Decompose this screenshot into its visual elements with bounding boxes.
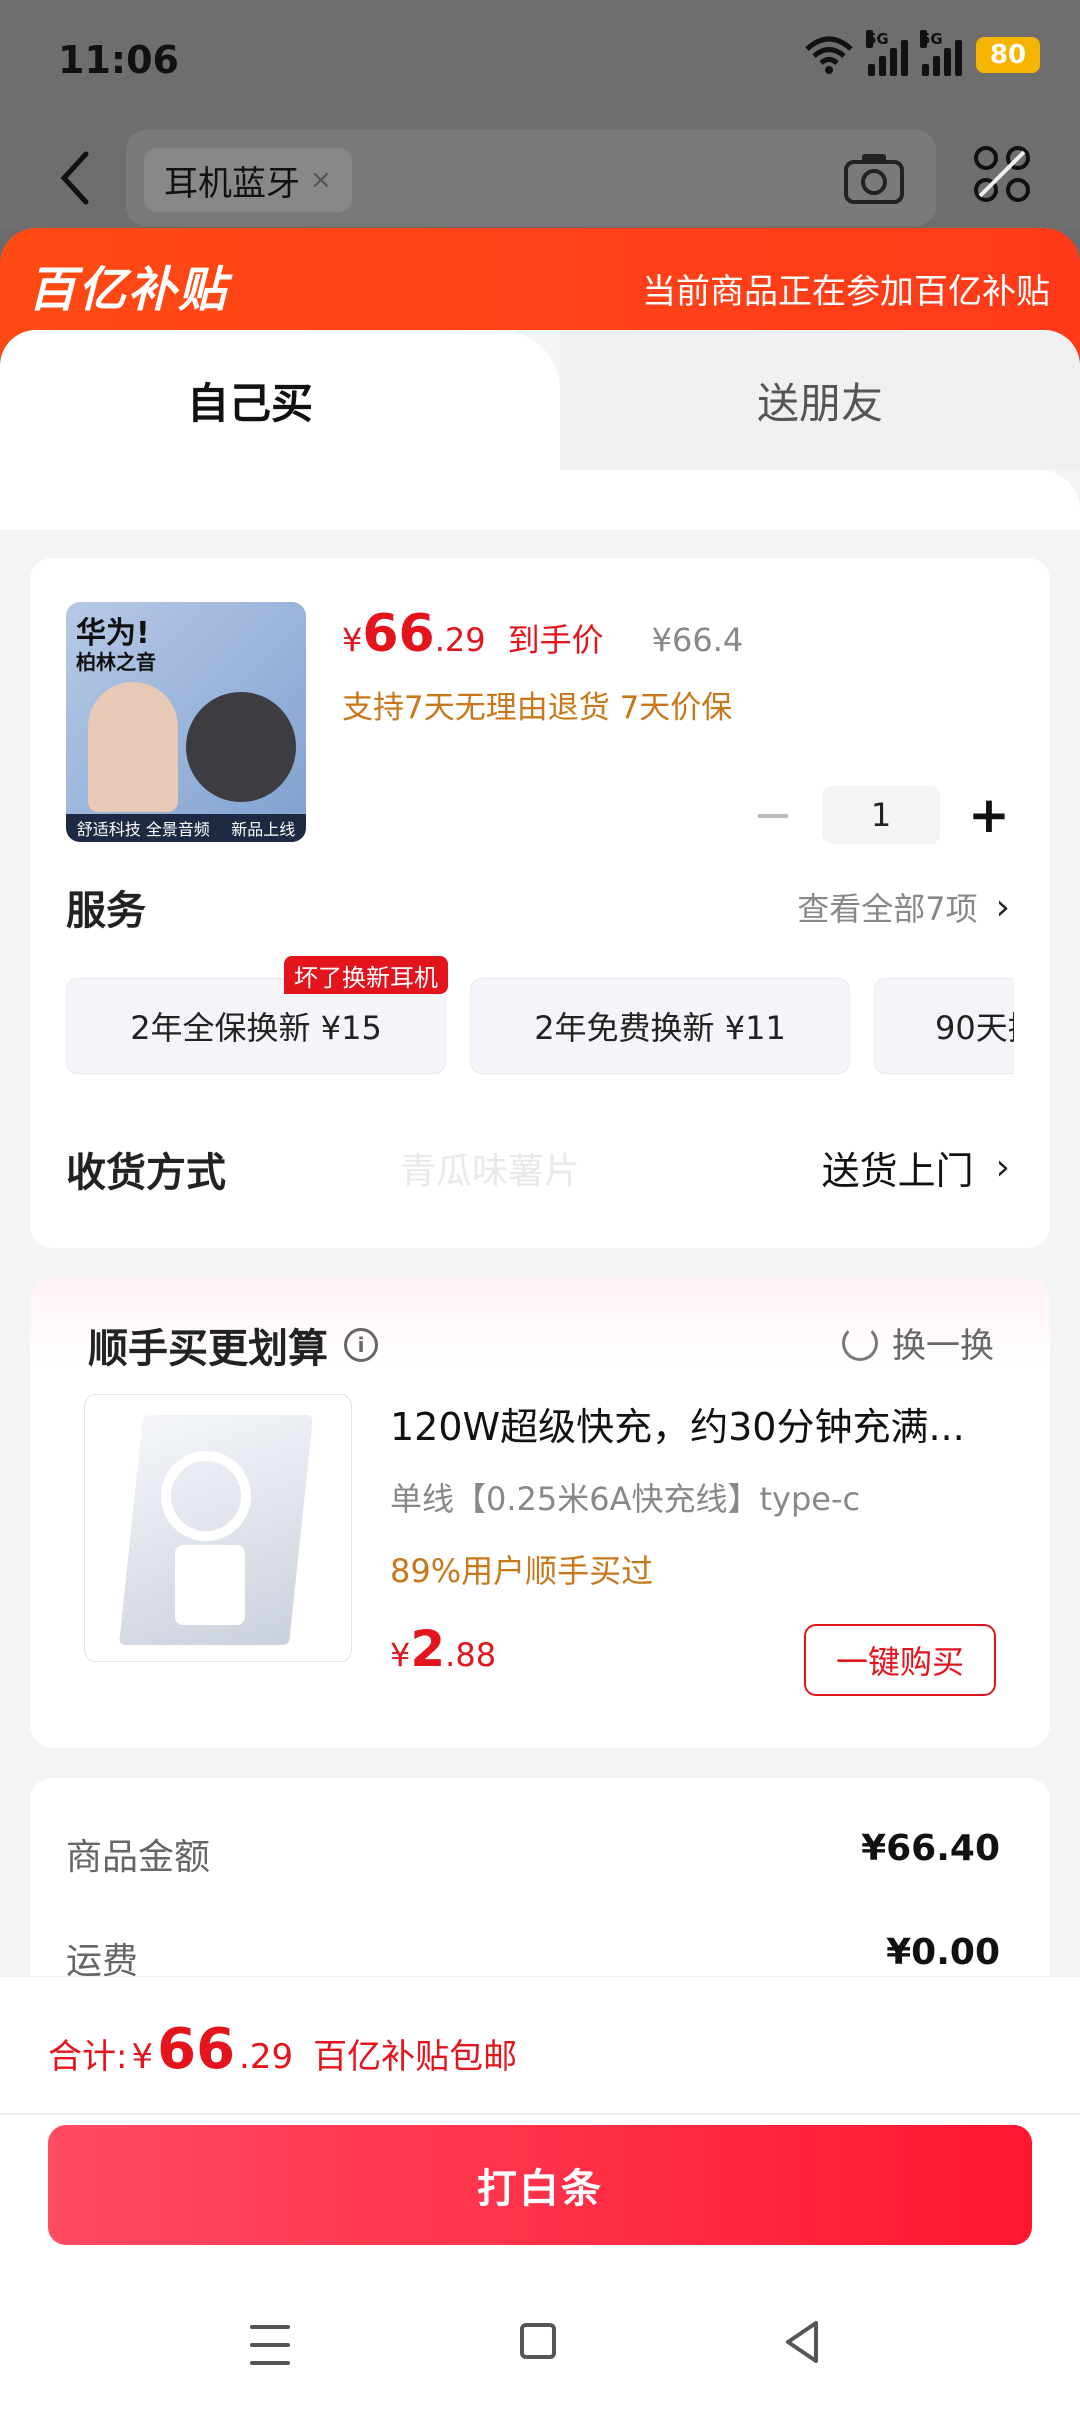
addon-title: 顺手买更划算 i bbox=[88, 1316, 378, 1374]
quantity-stepper: − 1 + bbox=[748, 786, 1014, 844]
tab-bar: 送朋友 自己买 bbox=[0, 330, 1080, 470]
status-time: 11:06 bbox=[58, 38, 179, 82]
status-icons: 5G 5G 80 bbox=[804, 30, 1040, 76]
quantity-input[interactable]: 1 bbox=[822, 786, 940, 844]
signal-icon-2: 5G bbox=[920, 30, 962, 76]
product-image-subtitle: 柏林之音 bbox=[76, 650, 156, 674]
service-badge: 坏了换新耳机 bbox=[284, 956, 448, 994]
summary-row: 商品金额 ¥66.40 bbox=[66, 1828, 1000, 1880]
addon-card: 顺手买更划算 i 换一换 120W超级快充，约30分钟充满... 单线【0.25… bbox=[30, 1278, 1050, 1748]
free-shipping-note: 百亿补贴包邮 bbox=[313, 2037, 518, 2077]
chip-close-icon[interactable]: × bbox=[310, 165, 332, 195]
return-policy: 支持7天无理由退货 7天价保 bbox=[342, 690, 733, 726]
addon-title-label: 顺手买更划算 bbox=[88, 1326, 328, 1372]
chevron-right-icon: › bbox=[995, 1147, 1010, 1188]
info-icon[interactable]: i bbox=[344, 1328, 378, 1362]
subsidy-note: 当前商品正在参加百亿补贴 bbox=[642, 272, 1050, 312]
order-sheet: 送朋友 自己买 华为! 柏林之音 舒适科技 全景音频 新品上线 ¥ 66 .29… bbox=[0, 330, 1080, 1980]
refresh-icon bbox=[842, 1324, 878, 1361]
price-integer: 66 bbox=[362, 604, 435, 664]
shipping-method-label: 送货上门 bbox=[821, 1149, 974, 1193]
product-image-footer: 舒适科技 全景音频 新品上线 bbox=[66, 814, 306, 842]
product-image-footer-right: 新品上线 bbox=[231, 820, 296, 839]
shipping-title: 收货方式 bbox=[66, 1150, 226, 1196]
service-option[interactable]: 90天换新 bbox=[874, 978, 1014, 1074]
home-icon[interactable] bbox=[520, 2323, 556, 2359]
summary-key: 商品金额 bbox=[66, 1837, 211, 1878]
earbud-case-shape bbox=[186, 692, 296, 802]
tab-gift-friend[interactable]: 送朋友 bbox=[560, 330, 1080, 470]
product-card: 华为! 柏林之音 舒适科技 全景音频 新品上线 ¥ 66 .29 到手价 ¥66… bbox=[30, 558, 1050, 1248]
product-image-footer-left: 舒适科技 全景音频 bbox=[76, 820, 210, 839]
search-box[interactable]: 耳机蓝牙 × bbox=[126, 130, 936, 226]
network-type-2: 5G bbox=[920, 30, 943, 48]
system-nav-bar bbox=[0, 2289, 1080, 2412]
wifi-icon bbox=[805, 36, 853, 74]
price-label: 到手价 bbox=[507, 621, 604, 659]
battery-icon: 80 bbox=[976, 37, 1040, 73]
chevron-right-icon: › bbox=[995, 886, 1010, 928]
menu-icon[interactable] bbox=[250, 2325, 290, 2365]
original-price: ¥66.4 bbox=[651, 621, 744, 659]
divider bbox=[0, 2113, 1080, 2115]
total-label: 合计: bbox=[48, 2037, 128, 2077]
summary-key: 运费 bbox=[66, 1941, 139, 1980]
swap-label: 换一换 bbox=[892, 1326, 994, 1366]
summary-card: 商品金额 ¥66.40 运费 ¥0.00 bbox=[30, 1778, 1050, 1980]
back-triangle-icon[interactable] bbox=[782, 2319, 822, 2365]
addon-spec: 单线【0.25米6A快充线】type-c bbox=[390, 1480, 861, 1518]
addon-image[interactable] bbox=[84, 1394, 352, 1662]
search-chip-label: 耳机蓝牙 bbox=[164, 163, 300, 204]
price-decimal: .29 bbox=[434, 621, 486, 659]
total-decimal: .29 bbox=[239, 2037, 294, 2077]
model-face-shape bbox=[88, 682, 178, 812]
network-type-1: 5G bbox=[866, 30, 889, 48]
one-click-buy-button[interactable]: 一键购买 bbox=[804, 1624, 996, 1696]
total-integer: 66 bbox=[157, 2017, 236, 2082]
total-price: 合计: ¥ 66 .29 百亿补贴包邮 bbox=[48, 2017, 517, 2082]
increase-button[interactable]: + bbox=[964, 786, 1014, 844]
tab-buy-self[interactable]: 自己买 bbox=[0, 330, 560, 470]
charger-shape bbox=[175, 1545, 245, 1625]
total-symbol: ¥ bbox=[131, 2037, 154, 2077]
search-header: 耳机蓝牙 × bbox=[0, 120, 1080, 230]
summary-value: ¥0.00 bbox=[886, 1932, 1000, 1973]
cable-shape bbox=[161, 1451, 251, 1541]
addon-price-decimal: .88 bbox=[445, 1636, 497, 1674]
back-arrow-icon[interactable] bbox=[52, 148, 102, 208]
addon-price-symbol: ¥ bbox=[390, 1636, 411, 1674]
services-view-all[interactable]: 查看全部7项 › bbox=[797, 884, 1010, 930]
addon-price-integer: 2 bbox=[410, 1620, 446, 1678]
search-chip[interactable]: 耳机蓝牙 × bbox=[144, 148, 352, 212]
checkout-bar: 合计: ¥ 66 .29 百亿补贴包邮 打白条 bbox=[0, 1976, 1080, 2412]
product-image[interactable]: 华为! 柏林之音 舒适科技 全景音频 新品上线 bbox=[66, 602, 306, 842]
shipping-method[interactable]: 送货上门 › bbox=[822, 1140, 1010, 1195]
services-title: 服务 bbox=[66, 888, 146, 934]
tab-panel-top bbox=[0, 470, 1080, 530]
addon-bought-rate: 89%用户顺手买过 bbox=[390, 1552, 654, 1590]
service-option[interactable]: 2年免费换新 ¥11 bbox=[470, 978, 850, 1074]
decrease-button[interactable]: − bbox=[748, 787, 798, 843]
swap-button[interactable]: 换一换 bbox=[842, 1318, 994, 1367]
more-icon[interactable] bbox=[972, 144, 1032, 204]
services-list: 2年全保换新 ¥15 2年免费换新 ¥11 90天换新 bbox=[66, 978, 1014, 1076]
addon-price: ¥ 2 .88 bbox=[390, 1620, 496, 1678]
subsidy-logo: 百亿补贴 bbox=[28, 262, 229, 318]
addon-name[interactable]: 120W超级快充，约30分钟充满... bbox=[390, 1396, 1020, 1451]
watermark: 青瓜味薯片 bbox=[400, 1151, 581, 1192]
product-price: ¥ 66 .29 到手价 ¥66.4 bbox=[342, 604, 743, 664]
services-view-all-label: 查看全部7项 bbox=[797, 890, 978, 928]
pay-button[interactable]: 打白条 bbox=[48, 2125, 1032, 2245]
signal-icon-1: 5G bbox=[866, 30, 908, 76]
camera-icon[interactable] bbox=[842, 150, 906, 206]
status-bar: 11:06 5G 5G 80 bbox=[0, 0, 1080, 120]
summary-value: ¥66.40 bbox=[861, 1828, 1000, 1869]
summary-row: 运费 ¥0.00 bbox=[66, 1932, 1000, 1980]
price-symbol: ¥ bbox=[342, 621, 363, 659]
